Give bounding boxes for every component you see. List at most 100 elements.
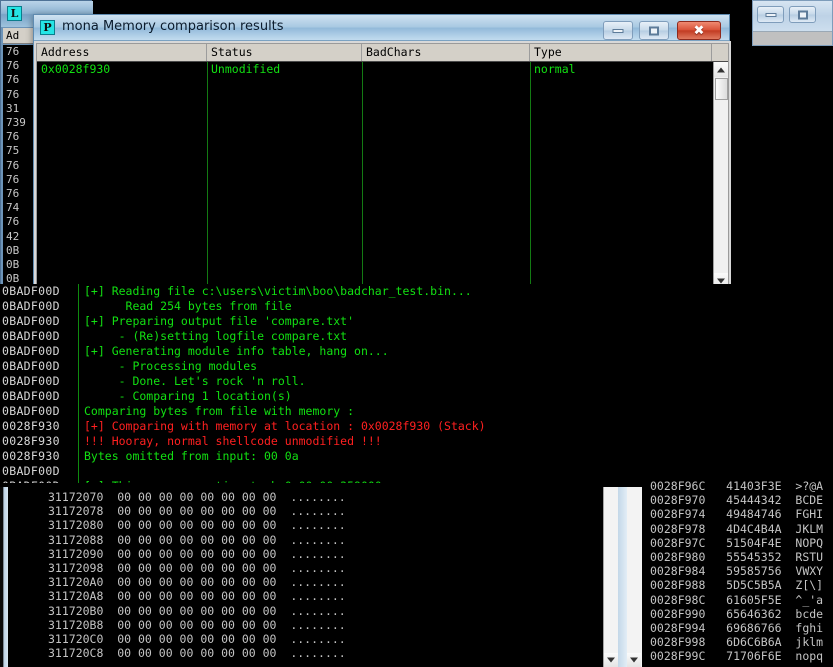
close-icon: ✖ <box>693 23 705 38</box>
debugger-log-pane[interactable]: 0BADF00D [+] Reading file c:\users\victim… <box>0 284 833 483</box>
log-row[interactable]: 0BADF00D [+] Generating module info table… <box>0 344 833 359</box>
stack-hex-line: 0028F988 5D5C5B5A Z[\] <box>650 578 824 593</box>
log-address: 0BADF00D <box>2 329 60 343</box>
log-message: [+] Preparing output file 'compare.txt' <box>84 314 355 328</box>
comparison-results-table[interactable]: Address Status BadChars Type 0x0028f930 Unmo… <box>36 43 729 289</box>
close-button[interactable]: ✖ <box>677 21 721 40</box>
stack-scroll-down-arrow[interactable] <box>627 653 641 667</box>
log-address: 0BADF00D <box>2 314 60 328</box>
pycommand-P-icon: P <box>40 20 55 35</box>
table-cell: 0x0028f930 <box>41 62 111 76</box>
log-row[interactable]: 0BADF00D [+] Preparing output file 'compa… <box>0 314 833 329</box>
stack-pane-scrollbar[interactable] <box>627 487 642 667</box>
log-row[interactable]: 0BADF00D Comparing bytes from file with m… <box>0 404 833 419</box>
log-column-divider <box>78 434 79 449</box>
log-address: 0BADF00D <box>2 389 60 403</box>
log-address: 0BADF00D <box>2 284 60 298</box>
log-row[interactable]: 0BADF00D - Done. Let's rock 'n roll. <box>0 374 833 389</box>
stack-hex-line: 0028F978 4D4C4B4A JKLM <box>650 521 824 536</box>
stack-hex-line: 0028F99C 71706F6E nopq <box>650 649 824 664</box>
dump-hex-lines: 31172070 00 00 00 00 00 00 00 00 .......… <box>48 490 600 660</box>
table-body[interactable]: 0x0028f930 Unmodified normal <box>37 62 713 288</box>
dump-hex-line: 31172090 00 00 00 00 00 00 00 00 .......… <box>48 546 346 561</box>
table-header-row: Address Status BadChars Type <box>37 44 728 62</box>
log-row[interactable]: 0028F930 !!! Hooray, normal shellcode unm… <box>0 434 833 449</box>
dump-scroll-down-arrow[interactable] <box>604 653 618 667</box>
stack-pane[interactable]: 0028F96C 41403F3E >?@A 0028F970 45444342 … <box>618 479 833 667</box>
background-window-right-titlebar[interactable] <box>753 1 832 31</box>
log-message: [+] Reading file c:\users\victim\boo\bad… <box>84 284 472 298</box>
log-address: 0028F930 <box>2 449 60 463</box>
dump-hex-line: 311720A0 00 00 00 00 00 00 00 00 .......… <box>48 575 346 590</box>
log-column-divider <box>78 284 79 299</box>
log-address: 0BADF00D <box>2 464 60 478</box>
stack-hex-line: 0028F97C 51504F4E NOPQ <box>650 535 824 550</box>
table-row[interactable]: 0x0028f930 Unmodified normal <box>37 62 713 77</box>
background-window-right[interactable] <box>752 0 833 46</box>
dump-hex-line: 31172098 00 00 00 00 00 00 00 00 .......… <box>48 561 346 576</box>
dump-hex-line: 31172078 00 00 00 00 00 00 00 00 .......… <box>48 504 346 519</box>
table-column-divider <box>207 62 208 288</box>
log-row[interactable]: 0BADF00D [+] Reading file c:\users\victim… <box>0 284 833 299</box>
stack-hex-line: 0028F990 65646362 bcde <box>650 606 824 621</box>
log-address: 0028F930 <box>2 434 60 448</box>
dump-pane-left-rail <box>0 487 8 667</box>
log-address: 0BADF00D <box>2 299 60 313</box>
dump-pane-scrollbar[interactable] <box>603 487 618 667</box>
log-row[interactable]: 0028F930 [+] Comparing with memory at loc… <box>0 419 833 434</box>
dump-hex-line: 31172088 00 00 00 00 00 00 00 00 .......… <box>48 532 346 547</box>
minimize-button[interactable] <box>603 21 633 40</box>
log-message: - Processing modules <box>84 359 258 373</box>
log-row[interactable]: 0BADF00D - Processing modules <box>0 359 833 374</box>
log-column-divider <box>78 464 79 479</box>
stack-hex-lines: 0028F96C 41403F3E >?@A 0028F970 45444342 … <box>650 479 831 664</box>
dump-hex-line: 311720B8 00 00 00 00 00 00 00 00 .......… <box>48 617 346 632</box>
mona-results-window[interactable]: P mona Memory comparison results ✖ Addre… <box>33 14 731 291</box>
log-address: 0BADF00D <box>2 479 76 483</box>
dump-hex-line: 311720C0 00 00 00 00 00 00 00 00 .......… <box>48 632 346 647</box>
background-minimize-button[interactable] <box>757 6 784 23</box>
maximize-button[interactable] <box>639 21 669 40</box>
dump-hex-line: 311720B0 00 00 00 00 00 00 00 00 .......… <box>48 603 346 618</box>
log-column-divider <box>78 374 79 389</box>
memory-dump-pane[interactable]: 31172070 00 00 00 00 00 00 00 00 .......… <box>0 487 618 667</box>
log-row[interactable]: 0BADF00D <box>0 464 833 479</box>
stack-hex-line: 0028F96C 41403F3E >?@A <box>650 479 824 493</box>
background-window-right-body <box>753 31 832 45</box>
table-column-header[interactable]: Status <box>207 44 362 61</box>
log-column-divider <box>78 389 79 404</box>
stack-hex-line: 0028F98C 61605F5E ^_'a <box>650 592 824 607</box>
log-message: [+] Generating module info table, hang o… <box>84 344 389 358</box>
log-message: Read 254 bytes from file <box>84 299 292 313</box>
table-cell: normal <box>534 62 576 76</box>
stack-hex-line: 0028F998 6D6C6B6A jklm <box>650 635 824 650</box>
table-column-divider <box>362 62 363 288</box>
log-column-divider <box>78 344 79 359</box>
log-message: [+] This mona.py action took 0:00:00.359… <box>84 479 382 483</box>
scroll-up-arrow[interactable] <box>714 62 728 77</box>
log-row[interactable]: 0028F930 Bytes omitted from input: 00 0a <box>0 449 833 464</box>
log-message: [+] Comparing with memory at location : … <box>84 419 486 433</box>
table-cell: Unmodified <box>211 62 281 76</box>
table-column-header[interactable]: BadChars <box>362 44 530 61</box>
mona-window-body: Address Status BadChars Type 0x0028f930 Unmo… <box>34 41 731 291</box>
log-row[interactable]: 0BADF00D - Comparing 1 location(s) <box>0 389 833 404</box>
log-column-divider <box>78 404 79 419</box>
table-column-header[interactable]: Address <box>37 44 207 61</box>
stack-hex-line: 0028F970 45444342 BCDE <box>650 493 824 508</box>
table-vertical-scrollbar[interactable] <box>713 62 728 288</box>
log-row[interactable]: 0BADF00D Read 254 bytes from file <box>0 299 833 314</box>
background-maximize-button[interactable] <box>789 6 816 23</box>
scrollbar-thumb[interactable] <box>715 78 728 100</box>
log-message: Comparing bytes from file with memory : <box>84 404 355 418</box>
log-column-divider <box>78 329 79 344</box>
dump-hex-line: 311720A8 00 00 00 00 00 00 00 00 .......… <box>48 589 346 604</box>
table-column-divider <box>530 62 531 288</box>
bottom-panes: 31172070 00 00 00 00 00 00 00 00 .......… <box>0 479 833 667</box>
stack-hex-line: 0028F994 69686766 fghi <box>650 621 824 636</box>
log-row[interactable]: 0BADF00D - (Re)setting logfile compare.t… <box>0 329 833 344</box>
screen: L Ad 76 76 76 76 31 739 76 75 76 76 76 74 76 42 0B 0B 0B… <box>0 0 833 667</box>
table-cell <box>362 62 530 77</box>
table-column-header[interactable]: Type <box>530 44 712 61</box>
mona-titlebar[interactable]: P mona Memory comparison results ✖ <box>34 15 729 41</box>
